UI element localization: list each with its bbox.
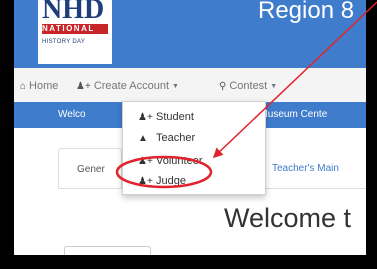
dropdown-item-student[interactable]: ♟+ Student [123, 108, 265, 126]
dropdown-item-volunteer[interactable]: ♟+ Volunteer [123, 152, 265, 170]
nav-home[interactable]: ⌂ Home [20, 80, 58, 92]
home-icon: ⌂ [20, 81, 27, 92]
add-user-icon: ♟+ [138, 112, 153, 123]
welcome-text-left: Welco [58, 109, 86, 120]
tab-general-label: Gener [77, 164, 105, 175]
main-navbar: ⌂ Home ♟+ Create Account ▼ ⚲ Contest ▼ [14, 68, 366, 103]
add-user-icon: ♟+ [76, 81, 91, 92]
logo-national-text: NATIONAL [42, 24, 108, 34]
dropdown-item-label: Volunteer [156, 155, 203, 167]
dropdown-item-label: Judge [156, 175, 186, 187]
dropdown-item-label: Student [156, 111, 194, 123]
caret-down-icon: ▼ [270, 83, 278, 90]
welcome-heading: Welcome t [224, 203, 352, 233]
content-box [64, 246, 151, 255]
nav-contest[interactable]: ⚲ Contest ▼ [219, 80, 277, 92]
nav-home-label: Home [29, 80, 59, 92]
dropdown-item-judge[interactable]: ♟+ Judge [123, 172, 265, 190]
caret-down-icon: ▼ [172, 83, 179, 90]
photo-frame: NHD NATIONAL HISTORY DAY Region 8 ⌂ Home … [0, 0, 377, 269]
map-marker-icon: ⚲ [219, 81, 227, 92]
browser-viewport: NHD NATIONAL HISTORY DAY Region 8 ⌂ Home … [14, 0, 366, 255]
tab-general[interactable]: Gener [58, 148, 122, 189]
nav-create-account-label: Create Account [93, 80, 170, 92]
nav-create-account[interactable]: ♟+ Create Account ▼ [76, 80, 179, 92]
create-account-dropdown: ♟+ Student ▲ Teacher ♟+ Volunteer ♟+ Jud… [122, 101, 266, 195]
nav-contest-label: Contest [229, 80, 268, 92]
add-user-icon: ♟+ [138, 176, 153, 187]
logo-nhd-text: NHD [42, 0, 105, 25]
header-banner: NHD NATIONAL HISTORY DAY Region 8 [14, 0, 366, 68]
add-user-icon: ♟+ [138, 156, 153, 167]
dropdown-item-teacher[interactable]: ▲ Teacher [123, 129, 265, 147]
logo-history-day-text: HISTORY DAY [42, 39, 86, 45]
region-title: Region 8 [258, 0, 355, 24]
dropdown-item-label: Teacher [156, 132, 196, 144]
graduation-cap-icon: ▲ [138, 133, 148, 144]
nhd-logo[interactable]: NHD NATIONAL HISTORY DAY [38, 0, 112, 64]
tab-teachers-main[interactable]: Teacher's Main [272, 163, 339, 174]
